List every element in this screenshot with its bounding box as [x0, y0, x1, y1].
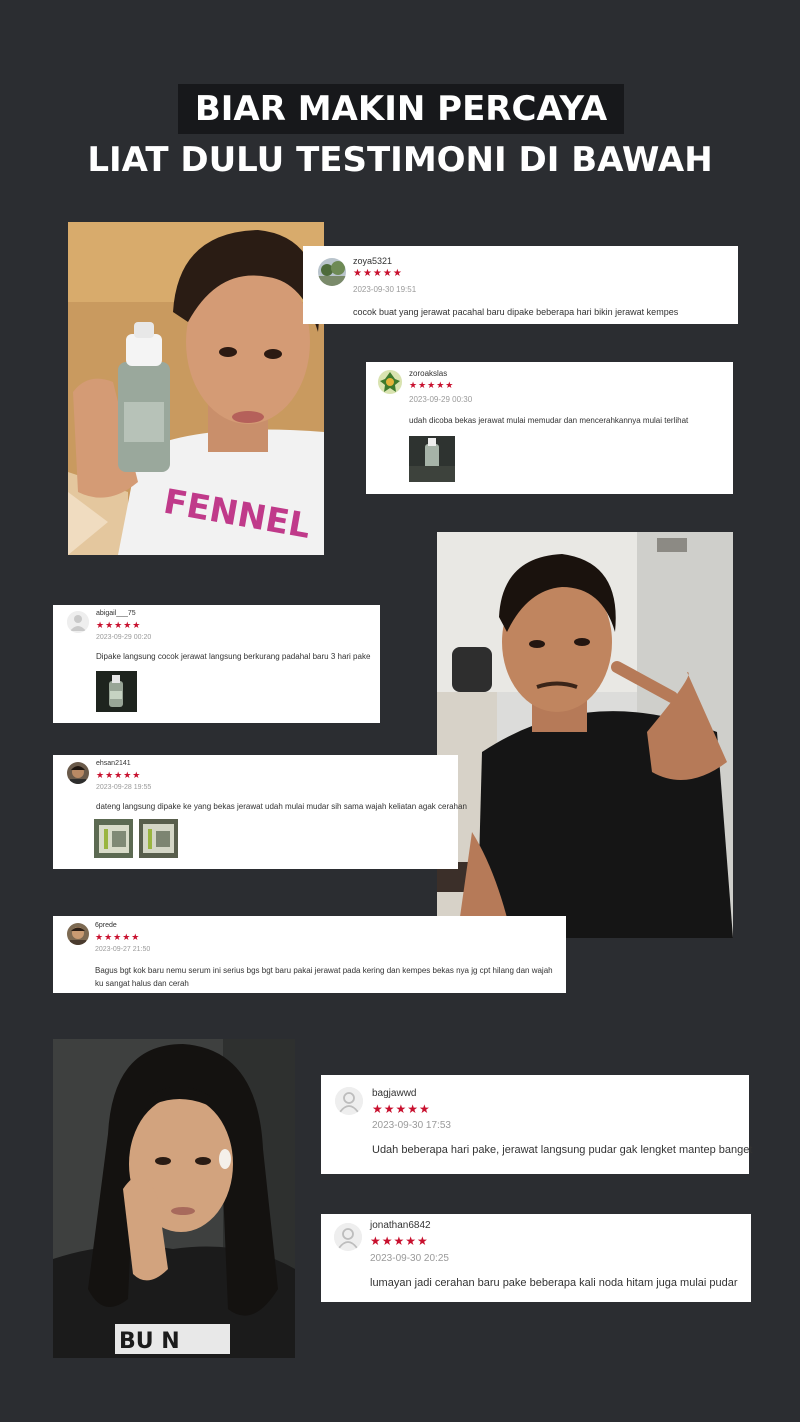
testimonial-photo-3: BU N [53, 1039, 295, 1358]
review-stars: ★★★★★ [409, 380, 455, 390]
testimonial-photo-1: FENNEL [68, 222, 324, 555]
review-time: 2023-09-27 21:50 [95, 946, 151, 953]
review-time: 2023-09-30 17:53 [372, 1120, 451, 1131]
review-card-1: zoya5321 ★★★★★ 2023-09-30 19:51 cocok bu… [303, 246, 738, 324]
review-text: Bagus bgt kok baru nemu serum ini serius… [95, 966, 553, 988]
review-stars: ★★★★★ [372, 1102, 431, 1116]
review-stars: ★★★★★ [96, 620, 142, 630]
user-avatar [67, 762, 89, 784]
review-username: zoya5321 [353, 256, 393, 266]
review-text: cocok buat yang jerawat pacahal baru dip… [353, 307, 679, 317]
review-photo-thumbnail[interactable] [409, 436, 455, 482]
review-text: Dipake langsung cocok jerawat langsung b… [96, 652, 371, 661]
review-stars: ★★★★★ [370, 1234, 429, 1248]
review-stars: ★★★★★ [95, 932, 141, 942]
review-card-5: 6prede ★★★★★ 2023-09-27 21:50 Bagus bgt … [53, 916, 566, 993]
user-avatar [335, 1087, 363, 1115]
review-time: 2023-09-29 00:20 [96, 634, 152, 641]
review-photo-thumbnail[interactable] [139, 819, 178, 858]
review-card-7: jonathan6842 ★★★★★ 2023-09-30 20:25 luma… [321, 1214, 751, 1302]
review-stars: ★★★★★ [353, 268, 403, 279]
user-avatar [378, 370, 402, 394]
headline-banner: BIAR MAKIN PERCAYA [178, 84, 624, 134]
review-time: 2023-09-30 20:25 [370, 1253, 449, 1264]
review-time: 2023-09-30 19:51 [353, 285, 417, 294]
review-username: abigail___75 [96, 610, 136, 617]
testimonial-photo-2 [437, 532, 733, 938]
review-time: 2023-09-29 00:30 [409, 395, 473, 404]
user-avatar [318, 258, 346, 286]
review-time: 2023-09-28 19:55 [96, 784, 152, 791]
review-username: jonathan6842 [370, 1220, 431, 1231]
user-avatar [334, 1223, 362, 1251]
review-card-6: bagjawwd ★★★★★ 2023-09-30 17:53 Udah beb… [321, 1075, 753, 1174]
review-username: bagjawwd [372, 1088, 417, 1099]
review-card-4: ehsan2141 ★★★★★ 2023-09-28 19:55 dateng … [53, 755, 467, 869]
review-text: Udah beberapa hari pake, jerawat langsun… [372, 1144, 753, 1156]
shirt-print-text: BU N [119, 1329, 180, 1354]
review-username: zoroakslas [409, 369, 448, 378]
review-photo-thumbnail[interactable] [94, 819, 133, 858]
review-text: udah dicoba bekas jerawat mulai memudar … [409, 416, 689, 425]
review-card-2: zoroakslas ★★★★★ 2023-09-29 00:30 udah d… [366, 362, 733, 494]
review-photo-thumbnail[interactable] [96, 671, 137, 712]
review-username: ehsan2141 [96, 760, 131, 767]
review-stars: ★★★★★ [96, 770, 142, 780]
review-text: lumayan jadi cerahan baru pake beberapa … [370, 1277, 738, 1289]
review-text: dateng langsung dipake ke yang bekas jer… [96, 802, 467, 811]
review-card-3: abigail___75 ★★★★★ 2023-09-29 00:20 Dipa… [53, 605, 380, 723]
user-avatar [67, 611, 89, 633]
headline-line-2: LIAT DULU TESTIMONI DI BAWAH [87, 140, 713, 180]
review-username: 6prede [95, 922, 117, 929]
user-avatar [67, 923, 89, 945]
headline-line-1: BIAR MAKIN PERCAYA [194, 89, 608, 129]
